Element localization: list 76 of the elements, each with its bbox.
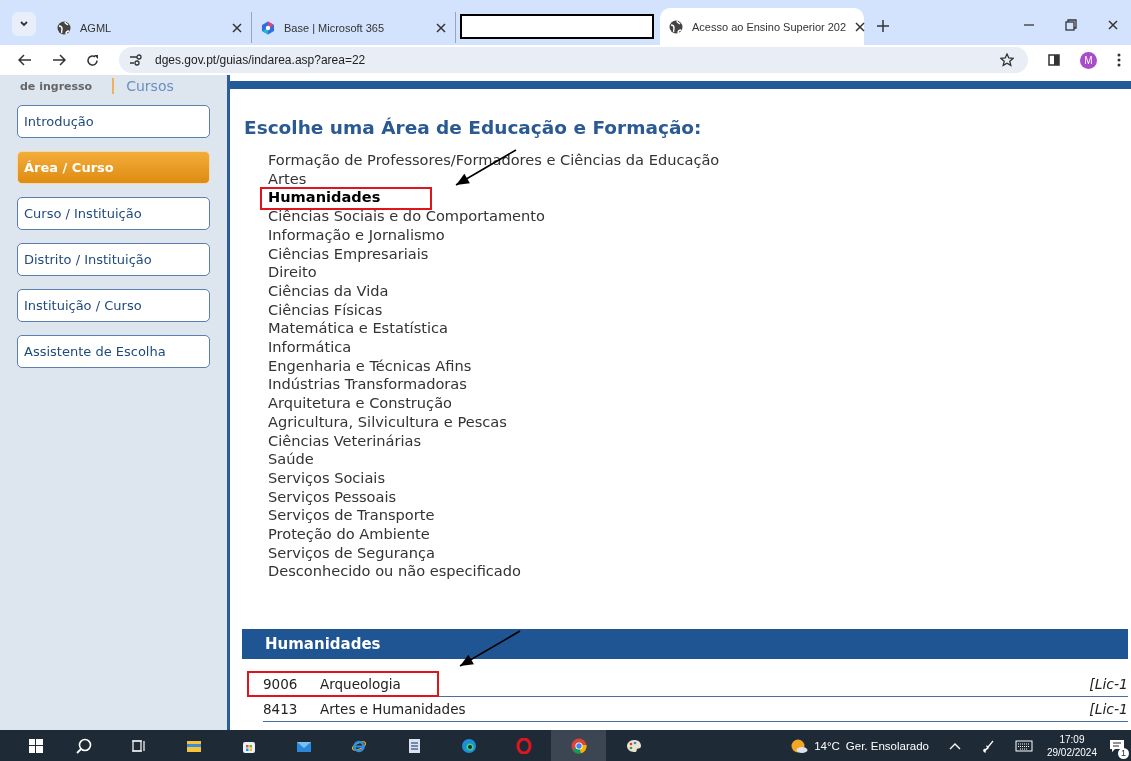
clock[interactable]: 17:09 29/02/2024 (1046, 732, 1097, 759)
area-link[interactable]: Agricultura, Silvicultura e Pescas (268, 412, 507, 430)
keyboard-icon[interactable] (1014, 739, 1033, 752)
globe-icon (56, 19, 72, 36)
area-link[interactable]: Serviços Pessoais (268, 487, 397, 505)
forward-arrow-icon[interactable] (52, 54, 66, 66)
area-link[interactable]: Informática (268, 338, 352, 356)
area-link[interactable]: Serviços de Transporte (268, 506, 435, 524)
close-icon[interactable] (854, 20, 867, 33)
nav-button[interactable]: Distrito / Instituição (17, 243, 210, 276)
nav-button[interactable]: Curso / Instituição (17, 197, 210, 230)
course-code: 9006 (263, 676, 299, 693)
reload-icon[interactable] (86, 53, 99, 67)
course-link[interactable]: Arqueologia (320, 676, 1090, 693)
notification-count: 1 (1118, 747, 1129, 759)
area-link[interactable]: Indústrias Transformadoras (268, 375, 467, 393)
page-heading: Escolhe uma Área de Educação e Formação: (244, 117, 703, 138)
area-link[interactable]: Serviços de Segurança (268, 543, 435, 561)
area-link[interactable]: Ciências Veterinárias (268, 431, 422, 449)
ring-logo-icon[interactable] (515, 737, 532, 754)
weather-temperature: 14°C (814, 739, 840, 752)
area-link[interactable]: Saúde (268, 450, 314, 468)
area-link[interactable]: Informação e Jornalismo (268, 225, 445, 243)
hexagon-logo-icon (260, 19, 276, 36)
close-icon[interactable] (231, 21, 243, 34)
area-link[interactable]: Arquitetura e Construção (268, 394, 452, 412)
pen-icon[interactable] (980, 738, 995, 753)
windows-logo-icon[interactable] (28, 737, 44, 754)
area-link[interactable]: Direito (268, 263, 317, 281)
logo-text: de ingresso (20, 79, 93, 93)
area-link[interactable]: Desconhecido ou não especificado (268, 562, 521, 580)
course-link[interactable]: Artes e Humanidades (320, 701, 1090, 718)
section-header: Humanidades (242, 629, 1128, 660)
search-icon[interactable] (75, 737, 92, 754)
globe-icon (668, 18, 684, 35)
area-link[interactable]: Ciências Sociais e do Comportamento (268, 207, 545, 225)
task-view-icon[interactable] (130, 737, 147, 754)
area-link[interactable]: Engenharia e Técnicas Afins (268, 356, 472, 374)
nav-button[interactable]: Assistente de Escolha (17, 335, 210, 368)
nav-button[interactable]: Introdução (17, 105, 210, 138)
address-bar[interactable]: dges.gov.pt/guias/indarea.asp?area=22 (119, 47, 1028, 73)
area-link[interactable]: Ciências Físicas (268, 300, 383, 318)
degree-label: [Lic-1 (1089, 676, 1128, 693)
area-link[interactable]: Ciências da Vida (268, 281, 389, 299)
palette-icon[interactable] (625, 737, 642, 754)
notification-icon[interactable] (1109, 737, 1125, 754)
weather-condition: Ger. Ensolarado (845, 739, 929, 752)
browser-tab[interactable]: Acesso ao Ensino Superior 202 (660, 8, 864, 45)
plus-icon[interactable] (876, 19, 890, 33)
area-link[interactable]: Humanidades (268, 188, 381, 206)
more-menu-icon[interactable] (1117, 53, 1121, 67)
side-panel-icon[interactable] (1048, 54, 1060, 66)
degree-label: [Lic-1 (1089, 701, 1128, 718)
browser-tab[interactable]: AGML (48, 12, 252, 43)
close-icon[interactable] (435, 21, 447, 34)
tab-list-button[interactable] (12, 12, 36, 36)
swirl-logo-icon[interactable] (460, 737, 477, 754)
star-icon[interactable] (1000, 53, 1014, 67)
area-link[interactable]: Matemática e Estatística (268, 319, 448, 337)
area-link[interactable]: Ciências Empresariais (268, 244, 429, 262)
logo-text: Cursos (112, 78, 174, 94)
close-icon[interactable] (1107, 19, 1119, 31)
back-arrow-icon[interactable] (18, 54, 32, 66)
area-link[interactable]: Proteção do Ambiente (268, 525, 430, 543)
site-settings-icon[interactable] (129, 54, 143, 66)
nav-button[interactable]: Instituição / Curso (17, 289, 210, 322)
area-link[interactable]: Artes (268, 169, 307, 187)
restore-icon[interactable] (1065, 19, 1077, 31)
chevron-down-icon (19, 19, 29, 29)
course-code: 8413 (263, 701, 299, 718)
chrome-logo-icon[interactable] (570, 737, 587, 754)
browser-tab[interactable]: Base | Microsoft 365 (252, 12, 456, 43)
sun-cloud-icon[interactable] (790, 737, 809, 754)
area-link[interactable]: Serviços Sociais (268, 468, 385, 486)
chevron-up-icon[interactable] (948, 741, 961, 750)
profile-avatar[interactable]: M (1080, 51, 1097, 69)
